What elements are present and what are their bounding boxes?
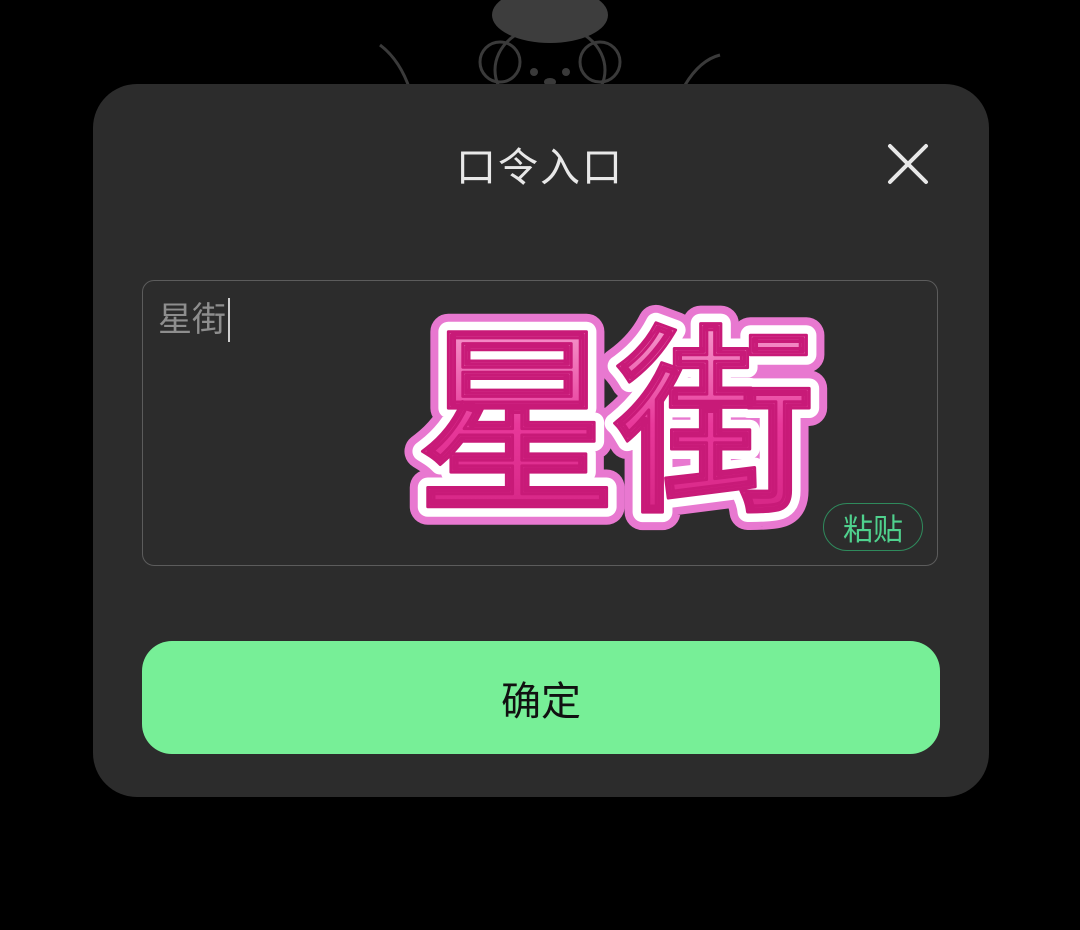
text-caret [228,298,230,342]
paste-button[interactable]: 粘贴 [823,503,923,551]
confirm-button[interactable]: 确定 [142,641,940,754]
close-icon[interactable] [880,136,936,192]
passcode-input-value: 星街 [158,296,230,344]
screen: 口令入口 星街 星街 星街 星街 粘贴 确定 [0,0,1080,930]
overlay-sticker-text: 星街 星街 星街 [400,291,832,558]
overlay-text-fill: 星街 [418,309,814,540]
input-value-text: 星街 [158,300,226,340]
